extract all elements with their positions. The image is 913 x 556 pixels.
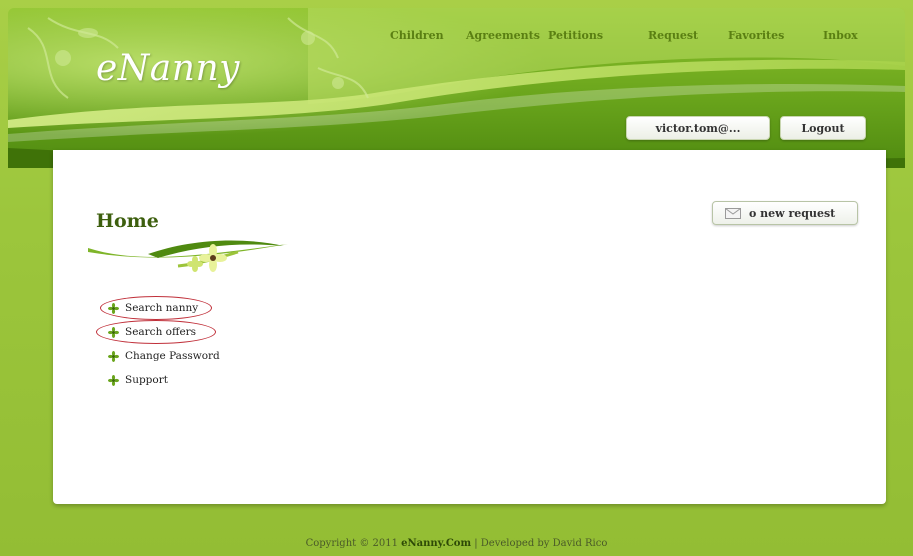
nav-agreements[interactable]: Agreements [466, 29, 540, 42]
nav-children[interactable]: Children [390, 29, 444, 42]
nav-favorites[interactable]: Favorites [728, 29, 784, 42]
footer: Copyright © 2011 eNanny.Com | Developed … [0, 538, 913, 549]
logout-button[interactable]: Logout [780, 116, 866, 140]
menu-item-label: Search offers [125, 326, 197, 338]
leaf-bullet-icon [108, 374, 119, 386]
page-title: Home [96, 210, 159, 232]
nav-inbox[interactable]: Inbox [823, 29, 858, 42]
mail-icon [725, 207, 741, 219]
footer-copyright: Copyright © 2011 [305, 538, 402, 549]
menu-item-label: Search nanny [125, 302, 199, 314]
menu-item-support[interactable]: Support [108, 374, 168, 386]
footer-credits: | Developed by David Rico [471, 538, 608, 549]
nav-request[interactable]: Request [648, 29, 698, 42]
menu-item-search-nanny[interactable]: Search nanny [108, 302, 198, 314]
nav-petitions[interactable]: Petitions [548, 29, 603, 42]
leaf-bullet-icon [108, 326, 119, 338]
new-request-button[interactable]: o new request [712, 201, 858, 225]
site-logo[interactable]: eNanny [96, 48, 240, 89]
leaf-bullet-icon [108, 350, 119, 362]
new-request-label: o new request [749, 206, 836, 220]
menu-item-label: Support [125, 374, 168, 386]
menu-item-search-offers[interactable]: Search offers [108, 326, 196, 338]
menu-item-change-password[interactable]: Change Password [108, 350, 220, 362]
leaf-bullet-icon [108, 302, 119, 314]
menu-item-label: Change Password [125, 350, 220, 362]
user-account-button[interactable]: victor.tom@... [626, 116, 770, 140]
floral-ornament-icon [88, 240, 288, 272]
footer-brand-link[interactable]: eNanny.Com [401, 538, 471, 549]
